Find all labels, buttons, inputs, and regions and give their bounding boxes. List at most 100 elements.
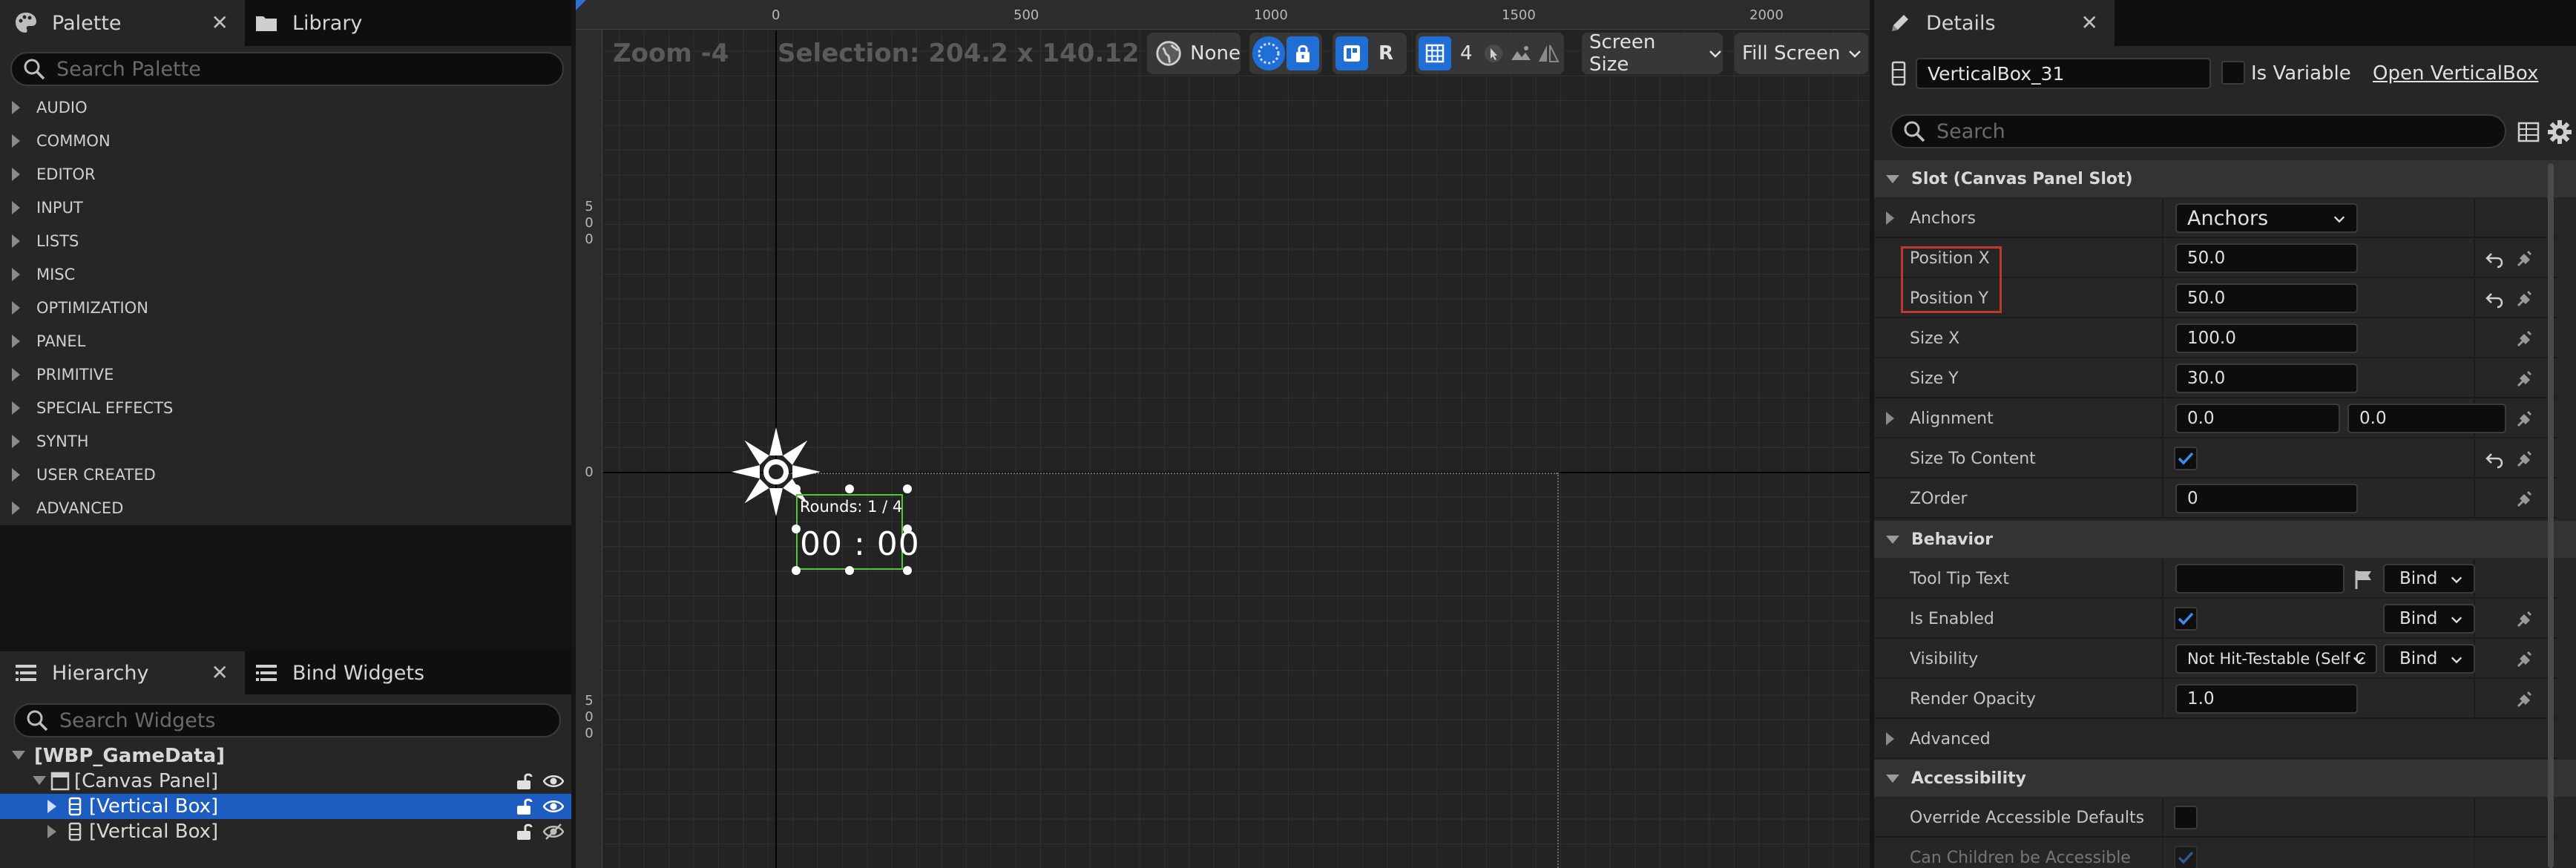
resize-handle[interactable] [903, 484, 912, 493]
expand-arrow-icon[interactable] [1886, 732, 1894, 746]
palette-category-advanced[interactable]: ADVANCED [0, 491, 571, 525]
keyframe-pin-icon[interactable] [2514, 450, 2534, 470]
size-y-input[interactable]: 30.0 [2175, 364, 2358, 393]
reset-arrow-icon[interactable] [2484, 249, 2505, 270]
size-x-input[interactable]: 100.0 [2175, 323, 2358, 353]
respect-locks-button[interactable]: R [1370, 36, 1402, 70]
palette-category-user-created[interactable]: USER CREATED [0, 458, 571, 491]
section-slot-header[interactable]: Slot (Canvas Panel Slot) [1874, 160, 2576, 197]
resize-handle[interactable] [845, 566, 854, 575]
fill-screen-dropdown[interactable]: Fill Screen [1735, 33, 1868, 74]
position-x-input[interactable]: 50.0 [2175, 243, 2358, 273]
render-opacity-input[interactable]: 1.0 [2175, 684, 2358, 714]
palette-category-editor[interactable]: EDITOR [0, 157, 571, 191]
reset-arrow-icon[interactable] [2484, 289, 2505, 310]
keyframe-pin-icon[interactable] [2514, 289, 2534, 310]
palette-category-audio[interactable]: AUDIO [0, 91, 571, 124]
tab-details[interactable]: Details ✕ [1874, 0, 2115, 46]
eye-icon[interactable] [543, 798, 564, 815]
tree-item-vertical-box[interactable]: [Vertical Box] [0, 819, 571, 844]
close-icon[interactable]: ✕ [211, 10, 229, 35]
override-accessible-checkbox[interactable] [2174, 806, 2198, 829]
resize-handle[interactable] [903, 525, 912, 533]
palette-category-special-effects[interactable]: SPECIAL EFFECTS [0, 391, 571, 424]
flag-icon[interactable] [2352, 568, 2374, 591]
tree-item-vertical-box-selected[interactable]: [Vertical Box] [0, 794, 571, 819]
palette-search-input[interactable]: Search Palette [10, 52, 564, 86]
eye-icon[interactable] [543, 772, 564, 790]
tooltip-bind-button[interactable]: Bind [2383, 564, 2475, 594]
keyframe-pin-icon[interactable] [2514, 650, 2534, 671]
flip-toggle-button[interactable] [1535, 36, 1562, 70]
keyframe-pin-icon[interactable] [2514, 690, 2534, 711]
zorder-input[interactable]: 0 [2175, 484, 2358, 513]
palette-category-panel[interactable]: PANEL [0, 324, 571, 358]
open-vertical-box-link[interactable]: Open VerticalBox [2373, 62, 2538, 85]
lock-toggle-button[interactable] [1287, 36, 1319, 70]
position-y-input[interactable]: 50.0 [2175, 283, 2358, 313]
background-image-button[interactable] [1507, 36, 1535, 70]
tooltip-input[interactable] [2175, 564, 2345, 594]
keyframe-pin-icon[interactable] [2514, 410, 2534, 430]
unlock-icon[interactable] [515, 823, 536, 841]
resize-handle[interactable] [792, 484, 801, 493]
widget-name-field[interactable]: VerticalBox_31 [1916, 58, 2211, 89]
tab-palette[interactable]: Palette ✕ [0, 0, 245, 46]
tab-library[interactable]: Library [246, 0, 469, 46]
gear-icon[interactable] [2546, 119, 2573, 145]
reset-arrow-icon[interactable] [2484, 450, 2505, 470]
section-accessibility-header[interactable]: Accessibility [1874, 760, 2576, 797]
grid-snap-button[interactable] [1419, 36, 1451, 70]
unlock-icon[interactable] [515, 798, 536, 815]
is-variable-checkbox[interactable] [2221, 61, 2245, 85]
unlock-icon[interactable] [515, 772, 536, 790]
resize-handle[interactable] [845, 484, 854, 493]
grid-snap-value[interactable]: 4 [1460, 42, 1473, 65]
tab-bind-widgets[interactable]: Bind Widgets [246, 651, 491, 694]
table-view-icon[interactable] [2517, 120, 2540, 144]
localization-preview-button[interactable]: None [1147, 33, 1241, 74]
close-icon[interactable]: ✕ [2081, 10, 2098, 35]
alignment-y-input[interactable]: 0.0 [2347, 404, 2506, 433]
is-enabled-bind-button[interactable]: Bind [2383, 604, 2475, 634]
hierarchy-search-input[interactable]: Search Widgets [13, 703, 561, 737]
screen-size-dropdown[interactable]: Screen Size [1582, 31, 1723, 76]
alignment-x-input[interactable]: 0.0 [2175, 404, 2340, 433]
keyframe-pin-icon[interactable] [2514, 369, 2534, 390]
details-scrollbar[interactable] [2548, 163, 2554, 868]
prop-row-advanced[interactable]: Advanced [1874, 720, 2557, 759]
tree-item-canvas-panel[interactable]: [Canvas Panel] [0, 769, 571, 794]
keyframe-pin-icon[interactable] [2514, 610, 2534, 631]
anchors-dropdown[interactable]: Anchors [2175, 203, 2358, 233]
resize-handle[interactable] [903, 566, 912, 575]
close-icon[interactable]: ✕ [211, 660, 229, 685]
tree-item-root[interactable]: [WBP_GameData] [0, 743, 571, 769]
details-search-input[interactable]: Search [1890, 114, 2506, 148]
palette-category-optimization[interactable]: OPTIMIZATION [0, 291, 571, 324]
resize-handle[interactable] [792, 566, 801, 575]
can-children-accessible-checkbox[interactable] [2174, 846, 2198, 868]
keyframe-pin-icon[interactable] [2514, 329, 2534, 350]
size-to-content-checkbox[interactable] [2174, 447, 2198, 470]
transform-toggle-button[interactable] [1252, 36, 1285, 70]
is-enabled-checkbox[interactable] [2174, 607, 2198, 631]
palette-category-input[interactable]: INPUT [0, 191, 571, 224]
keyframe-pin-icon[interactable] [2514, 490, 2534, 510]
resize-handle[interactable] [792, 525, 801, 533]
expand-arrow-icon[interactable] [1886, 211, 1894, 225]
palette-category-common[interactable]: COMMON [0, 124, 571, 157]
palette-category-misc[interactable]: MISC [0, 257, 571, 291]
designer-viewport[interactable]: 0 500 1000 1500 2000 500 0 500 Zoom -4 S… [576, 0, 1870, 868]
section-behavior-header[interactable]: Behavior [1874, 521, 2576, 558]
layout-toggle-button[interactable] [1335, 36, 1368, 70]
visibility-dropdown[interactable]: Not Hit-Testable (Self C [2175, 644, 2377, 674]
cursor-toggle-button[interactable] [1480, 36, 1507, 70]
palette-category-primitive[interactable]: PRIMITIVE [0, 358, 571, 391]
eye-hidden-icon[interactable] [543, 823, 564, 841]
keyframe-pin-icon[interactable] [2514, 249, 2534, 270]
visibility-bind-button[interactable]: Bind [2383, 644, 2475, 674]
palette-category-synth[interactable]: SYNTH [0, 424, 571, 458]
palette-category-lists[interactable]: LISTS [0, 224, 571, 257]
tab-hierarchy[interactable]: Hierarchy ✕ [0, 651, 245, 694]
expand-arrow-icon[interactable] [1886, 412, 1894, 425]
